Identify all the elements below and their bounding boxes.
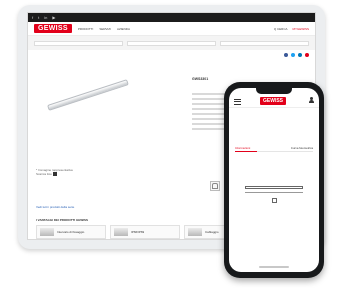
led-fixture-image (47, 79, 129, 111)
nav-item-company[interactable]: AZIENDA (117, 27, 130, 31)
advantage-card[interactable]: IP66/IP69 (110, 225, 180, 239)
login-link[interactable]: MYGEWISS (292, 27, 309, 31)
device-mockup-scene: f t in ▶ GEWISS PRODOTTI SERVIZI AZIENDA… (0, 0, 337, 288)
advantage-label: Cablaggio (205, 230, 219, 234)
dimension-line (245, 192, 303, 193)
share-icons (284, 53, 309, 57)
gewiss-logo[interactable]: GEWISS (34, 24, 72, 33)
pinterest-share-icon[interactable] (305, 53, 309, 57)
product-image[interactable] (47, 79, 132, 117)
twitter-share-icon[interactable] (291, 53, 295, 57)
advantage-thumb (188, 228, 202, 236)
nav-item-products[interactable]: PRODOTTI (78, 27, 94, 31)
advantage-card[interactable]: Intervalo di fissaggio (36, 225, 106, 239)
user-icon[interactable] (309, 97, 314, 103)
all-products-link[interactable]: Vedi tutti i prodotti della serie (36, 205, 74, 209)
linkedin-icon[interactable]: in (44, 13, 47, 22)
filter-2-value[interactable] (127, 40, 216, 46)
advantage-label: IP66/IP69 (131, 230, 145, 234)
linkedin-share-icon[interactable] (298, 53, 302, 57)
twitter-icon[interactable]: t (38, 13, 39, 22)
home-indicator (259, 266, 289, 268)
advantage-thumb (114, 228, 128, 236)
search-link[interactable]: Q CERCA (274, 27, 288, 31)
filter-1[interactable] (34, 38, 123, 48)
youtube-icon[interactable]: ▶ (52, 13, 55, 22)
filter-3-value[interactable] (220, 40, 309, 46)
mount-mark-icon (272, 198, 277, 203)
product-toolbar (28, 50, 315, 60)
download-label: Scarica foto (36, 172, 52, 176)
phone-header: GEWISS (229, 94, 319, 108)
top-bar: f t in ▶ (28, 13, 315, 22)
advantage-thumb (40, 228, 54, 236)
active-tab-indicator (235, 151, 257, 152)
filter-3[interactable] (220, 38, 309, 48)
facebook-share-icon[interactable] (284, 53, 288, 57)
image-note: * Immagine rappresentativa Scarica foto (36, 168, 73, 177)
hamburger-menu-icon[interactable] (234, 97, 241, 105)
breadcrumb-filters (28, 36, 315, 50)
filter-2[interactable] (127, 38, 216, 48)
fixture-outline (245, 186, 303, 189)
nav-item-services[interactable]: SERVIZI (99, 27, 111, 31)
download-photo-link[interactable]: Scarica foto (36, 172, 73, 177)
product-variant-selector[interactable] (210, 181, 220, 191)
advantage-label: Intervalo di fissaggio (57, 230, 85, 234)
variant-icon (212, 183, 218, 189)
phone-screen: GEWISS Informazioni Curva fotometrica (229, 88, 319, 272)
main-nav: GEWISS PRODOTTI SERVIZI AZIENDA Q CERCA … (28, 22, 315, 36)
tab-photometric-curve[interactable]: Curva fotometrica (291, 146, 313, 150)
product-title: GWS3301 (192, 77, 209, 81)
download-icon (52, 172, 57, 177)
gewiss-logo[interactable]: GEWISS (260, 97, 287, 105)
filter-1-value[interactable] (34, 40, 123, 46)
technical-drawing (239, 176, 309, 216)
phone-notch (256, 88, 292, 94)
phone-device: GEWISS Informazioni Curva fotometrica (224, 82, 324, 278)
tab-information[interactable]: Informazioni (235, 146, 250, 150)
advantages-title: I VANTAGGI DEI PRODOTTI GEWISS (36, 218, 89, 222)
facebook-icon[interactable]: f (32, 13, 33, 22)
advantages-row: Intervalo di fissaggio IP66/IP69 Cablagg… (36, 225, 254, 239)
